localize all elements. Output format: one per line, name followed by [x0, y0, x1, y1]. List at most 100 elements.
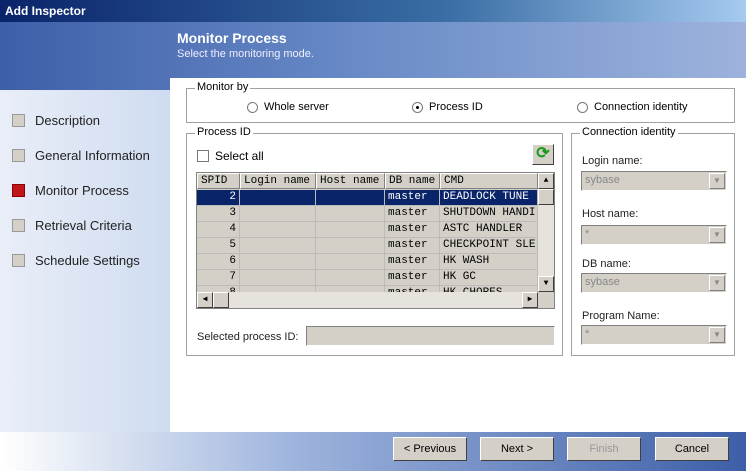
chevron-down-icon[interactable]: ▼ [709, 227, 725, 243]
window-title: Add Inspector [5, 4, 86, 18]
table-cell: 7 [197, 270, 240, 286]
program-name-combo[interactable]: * ▼ [581, 325, 727, 345]
step-active-icon [12, 184, 25, 197]
table-cell [316, 206, 385, 222]
sidebar-item-label: Monitor Process [35, 183, 129, 198]
scroll-right-icon[interactable]: ▶ [522, 292, 538, 308]
chevron-down-icon[interactable]: ▼ [709, 327, 725, 343]
db-name-label: DB name: [582, 258, 631, 270]
table-cell [240, 222, 316, 238]
table-cell: ASTC HANDLER [440, 222, 538, 238]
step-icon [12, 219, 25, 232]
previous-button[interactable]: < Previous [393, 437, 467, 461]
table-row[interactable]: 5 master CHECKPOINT SLE [197, 238, 538, 254]
page-title: Monitor Process [177, 30, 287, 46]
select-all-checkbox[interactable]: Select all [197, 149, 264, 163]
table-cell: HK WASH [440, 254, 538, 270]
table-row[interactable]: 3 master SHUTDOWN HANDI [197, 206, 538, 222]
column-header-spid[interactable]: SPID [197, 173, 240, 189]
column-header-login-name[interactable]: Login name [240, 173, 316, 189]
process-table[interactable]: SPID Login name Host name DB name CMD 2 m… [196, 172, 555, 309]
combo-value: * [585, 228, 590, 240]
cancel-button[interactable]: Cancel [655, 437, 729, 461]
table-cell: SHUTDOWN HANDI [440, 206, 538, 222]
group-legend: Monitor by [195, 81, 251, 93]
horizontal-scrollbar[interactable]: ◀ ▶ [197, 292, 538, 308]
db-name-combo[interactable]: sybase ▼ [581, 273, 727, 293]
table-cell [316, 270, 385, 286]
sidebar-item-label: Description [35, 113, 101, 128]
table-cell [316, 238, 385, 254]
table-cell: master [385, 238, 440, 254]
table-cell [240, 254, 316, 270]
table-header: SPID Login name Host name DB name CMD [197, 173, 538, 189]
sidebar-item-label: General Information [35, 148, 150, 163]
next-button[interactable]: Next > [480, 437, 554, 461]
host-name-combo[interactable]: * ▼ [581, 225, 727, 245]
table-cell: master [385, 190, 440, 206]
step-icon [12, 114, 25, 127]
table-cell: DEADLOCK TUNE [440, 190, 538, 206]
table-cell [240, 270, 316, 286]
chevron-down-icon[interactable]: ▼ [709, 173, 725, 189]
table-cell [316, 222, 385, 238]
radio-circle-icon [412, 101, 423, 113]
table-cell: HK GC [440, 270, 538, 286]
table-row[interactable]: 4 master ASTC HANDLER [197, 222, 538, 238]
combo-value: * [585, 328, 590, 340]
scroll-thumb[interactable] [213, 292, 229, 308]
login-name-combo[interactable]: sybase ▼ [581, 171, 727, 191]
chevron-down-icon[interactable]: ▼ [709, 275, 725, 291]
table-cell [240, 206, 316, 222]
table-cell: 2 [197, 190, 240, 206]
checkbox-icon [197, 150, 209, 162]
login-name-label: Login name: [582, 155, 643, 167]
table-cell: master [385, 254, 440, 270]
radio-circle-icon [577, 101, 588, 113]
table-row[interactable]: 6 master HK WASH [197, 254, 538, 270]
sidebar: Description General Information Monitor … [0, 90, 170, 432]
sidebar-item-schedule-settings[interactable]: Schedule Settings [12, 253, 140, 268]
column-header-cmd[interactable]: CMD [440, 173, 538, 189]
sidebar-item-description[interactable]: Description [12, 113, 100, 128]
sidebar-item-general-information[interactable]: General Information [12, 148, 150, 163]
vertical-scrollbar[interactable]: ▲ ▼ [538, 173, 554, 292]
table-cell [316, 254, 385, 270]
sidebar-item-label: Retrieval Criteria [35, 218, 132, 233]
scroll-up-icon[interactable]: ▲ [538, 173, 554, 189]
scroll-left-icon[interactable]: ◀ [197, 292, 213, 308]
refresh-button[interactable]: ⟳ [532, 144, 554, 165]
scroll-thumb[interactable] [538, 189, 554, 205]
finish-button[interactable]: Finish [567, 437, 641, 461]
sidebar-item-retrieval-criteria[interactable]: Retrieval Criteria [12, 218, 132, 233]
table-cell [316, 190, 385, 206]
table-cell [240, 238, 316, 254]
scroll-down-icon[interactable]: ▼ [538, 276, 554, 292]
checkbox-label: Select all [215, 149, 264, 163]
radio-label: Process ID [429, 101, 483, 113]
step-icon [12, 149, 25, 162]
column-header-host-name[interactable]: Host name [316, 173, 385, 189]
selected-process-id-field[interactable] [306, 326, 555, 346]
sidebar-item-label: Schedule Settings [35, 253, 140, 268]
table-cell: master [385, 222, 440, 238]
refresh-icon: ⟳ [536, 145, 550, 162]
sidebar-item-monitor-process[interactable]: Monitor Process [12, 183, 129, 198]
group-legend: Process ID [195, 126, 253, 138]
table-cell: master [385, 270, 440, 286]
table-cell: master [385, 206, 440, 222]
page-subtitle: Select the monitoring mode. [177, 48, 314, 60]
step-icon [12, 254, 25, 267]
table-cell: 5 [197, 238, 240, 254]
title-bar: Add Inspector [0, 0, 746, 22]
group-legend: Connection identity [580, 126, 678, 138]
table-row[interactable]: 7 master HK GC [197, 270, 538, 286]
table-row[interactable]: 2 master DEADLOCK TUNE [197, 190, 538, 206]
radio-whole-server[interactable]: Whole server [247, 101, 329, 113]
column-header-db-name[interactable]: DB name [385, 173, 440, 189]
table-cell: 6 [197, 254, 240, 270]
program-name-label: Program Name: [582, 310, 660, 322]
radio-process-id[interactable]: Process ID [412, 101, 483, 113]
radio-connection-identity[interactable]: Connection identity [577, 101, 688, 113]
radio-label: Connection identity [594, 101, 688, 113]
